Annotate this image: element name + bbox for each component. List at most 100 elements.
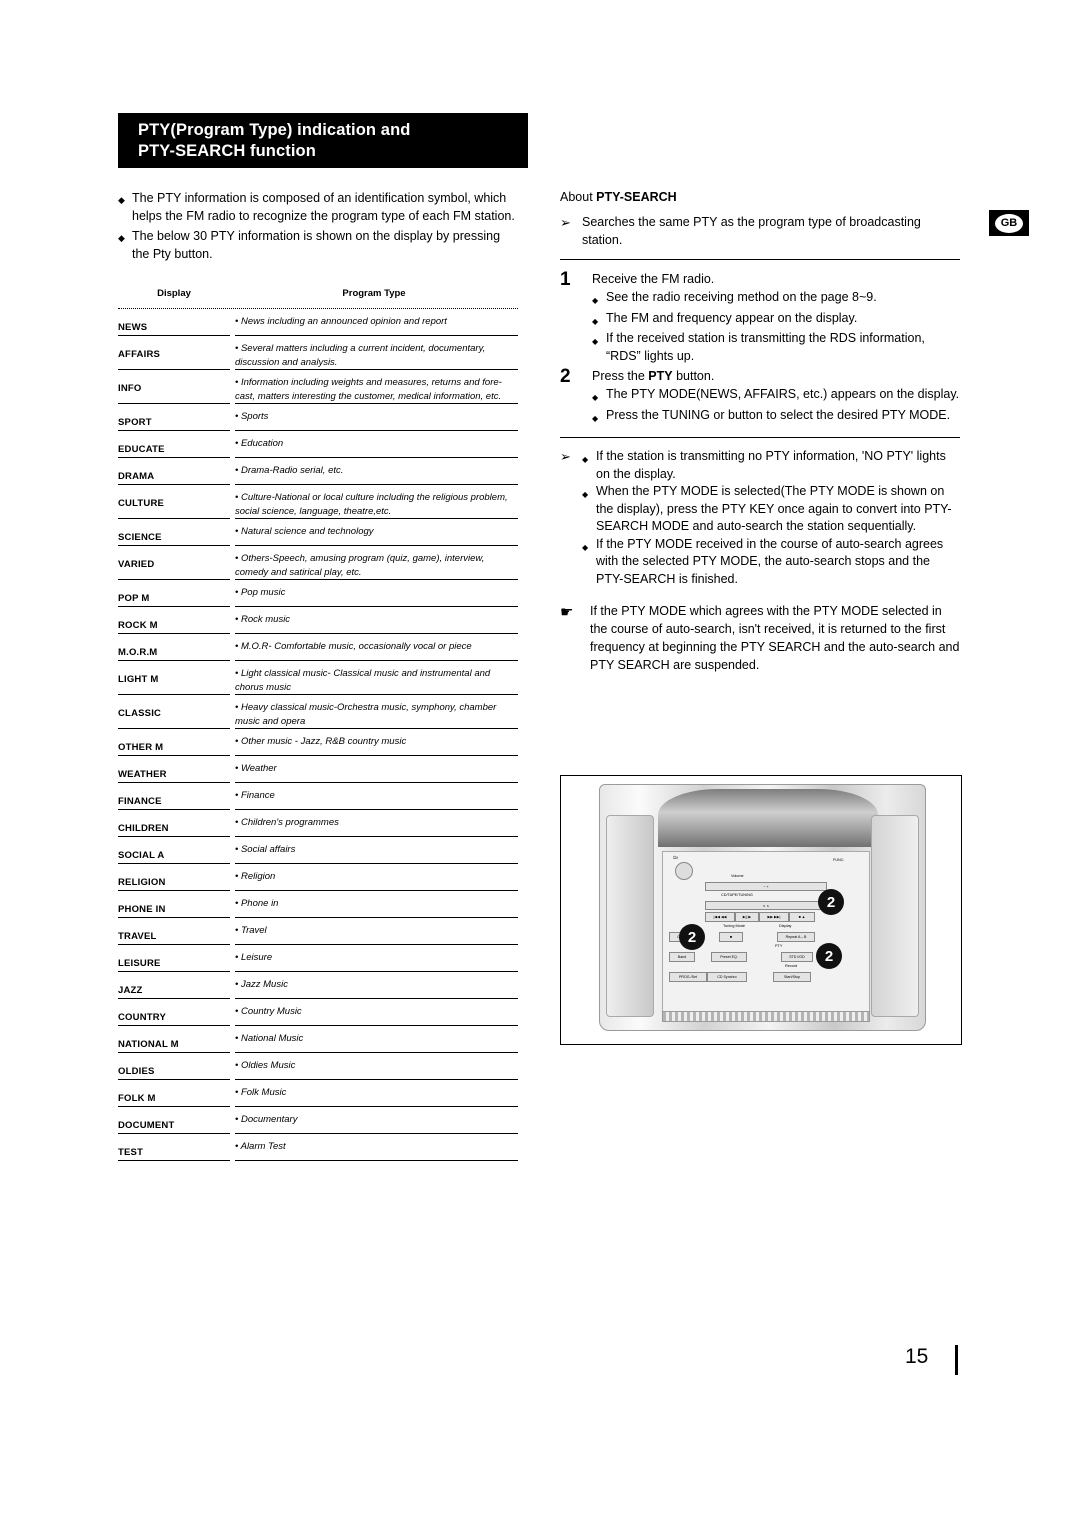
play-pause-button[interactable]: ▶|| ▶: [735, 912, 759, 922]
notes-block: ➢ ◆ If the station is transmitting no PT…: [560, 448, 960, 588]
step-2-item: ◆ Press the TUNING or button to select t…: [592, 407, 960, 428]
program-type-text: • Alarm Test: [235, 1141, 286, 1152]
small-diamond-icon: ◆: [582, 542, 589, 552]
stop-button[interactable]: ■ ▲: [789, 912, 815, 922]
left-speaker: [606, 815, 654, 1017]
section-title-bold: PTY-SEARCH: [596, 190, 677, 204]
step-2-item-text: The PTY MODE(NEWS, AFFAIRS, etc.) appear…: [606, 387, 960, 401]
step-2: 2 Press the PTY button. ◆ The PTY MODE(N…: [560, 367, 960, 427]
table-row: TRAVEL • Travel: [118, 918, 518, 944]
device-figure: ⏻/I FUNC. Volume − + CD/TAPE/TUNING ∨ ∧ …: [560, 775, 962, 1045]
program-type-text: • Several matters including a current in…: [235, 343, 486, 368]
intro-paragraph: ◆ The PTY information is composed of an …: [118, 190, 518, 225]
display-code: DRAMA: [118, 471, 155, 482]
note-item: ◆ If the PTY MODE received in the course…: [582, 536, 960, 589]
table-cell-display: INFO: [118, 370, 230, 403]
skip-back-button[interactable]: |◀◀ ◀◀: [705, 912, 735, 922]
table-cell-program-type: • Travel: [235, 918, 518, 944]
section-title-prefix: About: [560, 190, 597, 204]
intro-section: ◆ The PTY information is composed of an …: [118, 190, 518, 266]
program-type-text: • Travel: [235, 925, 267, 936]
prog-set-button[interactable]: PROG./Set: [669, 972, 707, 982]
table-cell-display: OLDIES: [118, 1053, 230, 1079]
volume-slider[interactable]: − +: [705, 882, 827, 891]
table-cell-program-type: • Heavy classical music-Orchestra music,…: [235, 695, 518, 728]
table-cell-display: NEWS: [118, 309, 230, 335]
skip-forward-button[interactable]: ▶▶ ▶▶|: [759, 912, 789, 922]
table-cell-display: SOCIAL A: [118, 837, 230, 863]
table-cell-program-type: • Others-Speech, amusing program (quiz, …: [235, 546, 518, 579]
table-cell-display: SCIENCE: [118, 519, 230, 545]
program-type-text: • Weather: [235, 763, 277, 774]
table-header-display: Display: [157, 288, 191, 299]
tuning-mode-label: Tuning Mode: [723, 924, 746, 928]
display-code: DOCUMENT: [118, 1120, 175, 1131]
table-cell-display: NATIONAL M: [118, 1026, 230, 1052]
tip-block: ☛ If the PTY MODE which agrees with the …: [560, 602, 960, 674]
tip-text: If the PTY MODE which agrees with the PT…: [590, 604, 960, 672]
small-diamond-icon: ◆: [592, 296, 599, 305]
table-cell-display: JAZZ: [118, 972, 230, 998]
preset-eq-button[interactable]: Preset EQ.: [711, 952, 747, 962]
table-row: RELIGION • Religion: [118, 864, 518, 890]
table-cell-display: WEATHER: [118, 756, 230, 782]
small-diamond-icon: ◆: [582, 490, 589, 499]
arrow-icon: ➢: [560, 215, 571, 230]
diamond-bullet-icon: ◆: [118, 195, 125, 205]
power-symbol-label: ⏻/I: [673, 856, 679, 860]
table-cell-program-type: • Finance: [235, 783, 518, 809]
table-cell-program-type: • Alarm Test: [235, 1134, 518, 1160]
display-code: CULTURE: [118, 498, 165, 509]
arrow-icon: ➢: [560, 449, 571, 464]
std-iod-button[interactable]: STD I/OD: [781, 952, 813, 962]
lead-paragraph-text: Searches the same PTY as the program typ…: [582, 215, 921, 247]
tuning-mode-button[interactable]: ■: [719, 932, 743, 942]
display-code: AFFAIRS: [118, 349, 161, 360]
table-cell-program-type: • Phone in: [235, 891, 518, 917]
divider: [560, 437, 960, 438]
program-type-text: • Others-Speech, amusing program (quiz, …: [235, 553, 485, 578]
table-cell-program-type: • Oldies Music: [235, 1053, 518, 1079]
table-cell-display: CULTURE: [118, 485, 230, 518]
table-row: LIGHT M • Light classical music- Classica…: [118, 661, 518, 694]
repeat-ab-button[interactable]: Repeat A↔B: [777, 932, 815, 942]
table-cell-program-type: • M.O.R- Comfortable music, occasionally…: [235, 634, 518, 660]
program-type-text: • Rock music: [235, 614, 291, 625]
small-diamond-icon: ◆: [592, 337, 599, 346]
note-item: ◆ When the PTY MODE is selected(The PTY …: [582, 483, 960, 536]
start-stop-button[interactable]: Start/Stop: [773, 972, 811, 982]
program-type-text: • Natural science and technology: [235, 526, 374, 537]
program-type-text: • Social affairs: [235, 844, 296, 855]
program-type-text: • News including an announced opinion an…: [235, 316, 447, 327]
step-1-item: ◆ If the received station is transmittin…: [592, 330, 960, 365]
table-row: JAZZ • Jazz Music: [118, 972, 518, 998]
small-diamond-icon: ◆: [592, 393, 599, 402]
intro-paragraph-text: The below 30 PTY information is shown on…: [132, 229, 501, 261]
table-cell-display: COUNTRY: [118, 999, 230, 1025]
table-cell-program-type: • Pop music: [235, 580, 518, 606]
step-1-heading: Receive the FM radio.: [592, 272, 715, 286]
table-row: AFFAIRS • Several matters including a cur…: [118, 336, 518, 369]
table-row: WEATHER • Weather: [118, 756, 518, 782]
note-item: ◆ If the station is transmitting no PTY …: [582, 448, 960, 483]
source-selector[interactable]: ∨ ∧: [705, 901, 827, 910]
table-cell-program-type: • News including an announced opinion an…: [235, 309, 518, 335]
table-row: SOCIAL A • Social affairs: [118, 837, 518, 863]
cd-synchro-button[interactable]: CD Synchro: [707, 972, 747, 982]
display-code: LEISURE: [118, 958, 161, 969]
program-type-text: • Religion: [235, 871, 276, 882]
table-cell-program-type: • Sports: [235, 404, 518, 430]
display-code: EDUCATE: [118, 444, 165, 455]
table-cell-display: DOCUMENT: [118, 1107, 230, 1133]
power-button[interactable]: [675, 862, 693, 880]
band-button[interactable]: Band: [669, 952, 695, 962]
program-type-text: • National Music: [235, 1033, 304, 1044]
table-cell-display: TRAVEL: [118, 918, 230, 944]
table-cell-display: PHONE IN: [118, 891, 230, 917]
table-body: NEWS • News including an announced opinio…: [118, 309, 518, 1161]
display-code: FINANCE: [118, 796, 162, 807]
small-diamond-icon: ◆: [592, 316, 599, 326]
table-header-program-type: Program Type: [342, 288, 406, 299]
table-row: SCIENCE • Natural science and technology: [118, 519, 518, 545]
step-2-item-text: Press the TUNING or button to select the…: [606, 407, 951, 422]
